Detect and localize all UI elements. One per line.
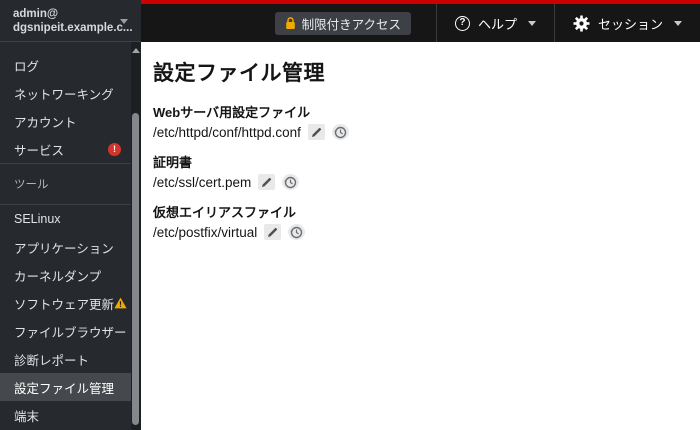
config-file-label: 証明書 <box>153 155 193 170</box>
sidebar-item-file-browser[interactable]: ファイルブラウザー <box>0 317 131 345</box>
sidebar-item-label: ソフトウェア更新 <box>14 297 115 312</box>
sidebar-scrollbar[interactable] <box>131 42 141 430</box>
chevron-down-icon <box>120 19 128 24</box>
sidebar-nav: ログ ネットワーキング アカウント サービス ! ツール SELinux アプリ… <box>0 43 131 429</box>
chevron-down-icon <box>527 20 536 26</box>
sidebar-item-kdump[interactable]: カーネルダンプ <box>0 261 131 289</box>
config-file-path: /etc/httpd/conf/httpd.conf <box>153 124 301 140</box>
history-button[interactable] <box>282 174 300 190</box>
sidebar-item-diagnostic-report[interactable]: 診断レポート <box>0 345 131 373</box>
help-icon: ? <box>454 15 470 31</box>
history-icon <box>284 176 297 188</box>
sidebar-item-config-file-management[interactable]: 設定ファイル管理 <box>0 373 131 401</box>
sidebar-item-selinux[interactable]: SELinux <box>0 205 131 233</box>
config-file-path: /etc/ssl/cert.pem <box>153 174 252 190</box>
sidebar-section-tools: ツール <box>14 179 49 191</box>
sidebar-item-networking[interactable]: ネットワーキング <box>0 79 131 107</box>
scrollbar-thumb[interactable] <box>132 113 139 425</box>
page-title: 設定ファイル管理 <box>153 62 325 85</box>
sidebar: admin@ dgsnipeit.example.c... ログ ネットワーキン… <box>0 0 141 430</box>
main-content: 設定ファイル管理 Webサーバ用設定ファイル /etc/httpd/conf/h… <box>141 42 700 430</box>
sidebar-item-label: カーネルダンプ <box>14 269 102 284</box>
edit-button[interactable] <box>307 124 325 140</box>
sidebar-item-logs[interactable]: ログ <box>0 51 131 79</box>
scroll-up-arrow-icon[interactable] <box>132 48 140 53</box>
pencil-icon <box>311 127 321 137</box>
account-menu[interactable]: admin@ dgsnipeit.example.c... <box>0 0 141 42</box>
pencil-icon <box>268 227 278 237</box>
session-label: セッション <box>597 16 663 32</box>
lock-icon <box>285 16 296 30</box>
alert-badge-icon: ! <box>108 142 121 156</box>
sidebar-item-label: アプリケーション <box>14 241 114 256</box>
config-file-entry-virtual-alias: 仮想エイリアスファイル /etc/postfix/virtual <box>153 204 680 241</box>
sidebar-item-label: 診断レポート <box>14 353 90 368</box>
app-window: admin@ dgsnipeit.example.c... ログ ネットワーキン… <box>0 0 700 430</box>
history-button[interactable] <box>288 224 306 240</box>
session-menu[interactable]: セッション <box>555 4 700 42</box>
masthead-accent-strip <box>141 0 700 4</box>
sidebar-item-label: SELinux <box>14 212 61 226</box>
pencil-icon <box>262 177 272 187</box>
sidebar-item-services[interactable]: サービス ! <box>0 135 131 163</box>
sidebar-item-label: ログ <box>14 59 40 74</box>
config-file-entry-web-server: Webサーバ用設定ファイル /etc/httpd/conf/httpd.conf <box>153 104 680 141</box>
config-file-label: 仮想エイリアスファイル <box>153 205 297 220</box>
sidebar-item-terminal[interactable]: 端末 <box>0 401 131 429</box>
account-host: dgsnipeit.example.c... <box>13 22 133 34</box>
account-user: admin@ <box>13 8 59 20</box>
limited-access-label: 制限付きアクセス <box>301 17 401 32</box>
sidebar-item-label: サービス <box>14 143 65 158</box>
help-label: ヘルプ <box>477 16 517 32</box>
sidebar-item-label: ファイルブラウザー <box>14 325 127 340</box>
sidebar-item-software-updates[interactable]: ソフトウェア更新 <box>0 289 131 317</box>
config-file-path: /etc/postfix/virtual <box>153 224 258 240</box>
config-file-label: Webサーバ用設定ファイル <box>153 105 311 120</box>
limited-access-button[interactable]: 制限付きアクセス <box>274 11 411 35</box>
config-file-entry-certificate: 証明書 /etc/ssl/cert.pem <box>153 154 680 191</box>
sidebar-item-label: 設定ファイル管理 <box>14 381 115 396</box>
history-icon <box>334 126 347 138</box>
gear-icon <box>573 15 590 32</box>
masthead: 制限付きアクセス ? ヘルプ セッション <box>141 0 700 42</box>
history-icon <box>290 226 303 238</box>
sidebar-item-applications[interactable]: アプリケーション <box>0 233 131 261</box>
edit-button[interactable] <box>258 174 276 190</box>
sidebar-item-label: 端末 <box>14 409 40 424</box>
sidebar-item-label: アカウント <box>14 115 77 130</box>
warning-triangle-icon <box>114 297 127 309</box>
chevron-down-icon <box>674 20 682 26</box>
edit-button[interactable] <box>264 224 282 240</box>
sidebar-item-label: ネットワーキング <box>14 87 114 102</box>
help-menu[interactable]: ? ヘルプ <box>437 4 554 42</box>
sidebar-item-accounts[interactable]: アカウント <box>0 107 131 135</box>
history-button[interactable] <box>331 124 349 140</box>
